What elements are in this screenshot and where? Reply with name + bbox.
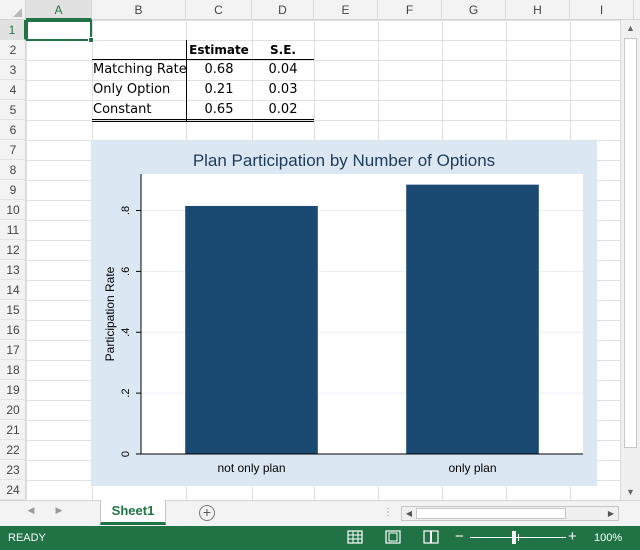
- status-text: READY: [8, 532, 46, 544]
- bar: [406, 184, 539, 455]
- y-tick-label: .8: [120, 206, 132, 215]
- row-header-9[interactable]: 9: [0, 180, 26, 200]
- prev-sheet-icon[interactable]: ◀: [24, 505, 38, 516]
- table-cell-estimate[interactable]: 0.21: [186, 80, 252, 100]
- table-header-rule: [92, 59, 314, 60]
- row-header-15[interactable]: 15: [0, 300, 26, 320]
- chart-object[interactable]: 0 .2 .4 .6 .8 not only plan only plan Plan Part…: [91, 140, 597, 486]
- table-cell-se[interactable]: 0.03: [252, 80, 314, 100]
- horizontal-scrollbar[interactable]: ◀ ▶: [401, 506, 619, 521]
- column-header-a[interactable]: A: [26, 0, 92, 20]
- add-sheet-icon[interactable]: +: [199, 505, 215, 521]
- row-header-bar: 1 2 3 4 5 6 7 8 9 10 11 12 13 14 15 16 17 18 19 20 21 22 23 24: [0, 20, 26, 500]
- row-header-16[interactable]: 16: [0, 320, 26, 340]
- column-header-bar: A B C D E F G H I: [0, 0, 640, 20]
- row-header-2[interactable]: 2: [0, 40, 26, 60]
- x-tick-label: only plan: [448, 461, 496, 475]
- column-header-g[interactable]: G: [442, 0, 506, 20]
- row-header-14[interactable]: 14: [0, 280, 26, 300]
- row-header-5[interactable]: 5: [0, 100, 26, 120]
- row-header-3[interactable]: 3: [0, 60, 26, 80]
- table-row-label[interactable]: Constant: [93, 100, 186, 120]
- row-header-22[interactable]: 22: [0, 440, 26, 460]
- row-header-10[interactable]: 10: [0, 200, 26, 220]
- table-cell-se[interactable]: 0.04: [252, 60, 314, 80]
- page-break-view-icon[interactable]: [423, 530, 439, 544]
- table-cell-estimate[interactable]: 0.65: [186, 100, 252, 120]
- row-header-8[interactable]: 8: [0, 160, 26, 180]
- scroll-left-icon[interactable]: ◀: [402, 507, 416, 520]
- table-row-label[interactable]: Only Option: [93, 80, 186, 100]
- table-column-rule: [186, 40, 187, 121]
- y-tick-label: .6: [120, 267, 132, 276]
- page-layout-view-icon[interactable]: [385, 530, 401, 544]
- bar-chart: 0 .2 .4 .6 .8 not only plan only plan Plan Part…: [103, 151, 583, 475]
- row-header-11[interactable]: 11: [0, 220, 26, 240]
- horizontal-scroll-thumb[interactable]: [416, 508, 566, 519]
- column-header-e[interactable]: E: [314, 0, 378, 20]
- zoom-in-icon[interactable]: +: [568, 528, 577, 545]
- column-header-f[interactable]: F: [378, 0, 442, 20]
- row-header-12[interactable]: 12: [0, 240, 26, 260]
- select-all-button[interactable]: [0, 0, 26, 20]
- zoom-slider-thumb[interactable]: [512, 531, 516, 544]
- column-header-i[interactable]: I: [570, 0, 634, 20]
- row-header-21[interactable]: 21: [0, 420, 26, 440]
- row-header-18[interactable]: 18: [0, 360, 26, 380]
- zoom-slider-midpoint: [518, 534, 519, 541]
- row-header-7[interactable]: 7: [0, 140, 26, 160]
- table-bottom-rule: [92, 119, 314, 120]
- column-header-d[interactable]: D: [252, 0, 314, 20]
- y-tick-label: 0: [120, 451, 132, 457]
- table-bottom-rule-double: [92, 121, 314, 122]
- x-tick-label: not only plan: [217, 461, 285, 475]
- row-header-17[interactable]: 17: [0, 340, 26, 360]
- y-tick-label: .2: [120, 389, 132, 398]
- worksheet-grid[interactable]: Estimate S.E. Matching Rate 0.68 0.04 On…: [26, 20, 620, 500]
- zoom-level[interactable]: 100%: [594, 532, 622, 544]
- table-cell-se[interactable]: 0.02: [252, 100, 314, 120]
- column-header-h[interactable]: H: [506, 0, 570, 20]
- column-header-c[interactable]: C: [186, 0, 252, 20]
- vertical-scrollbar[interactable]: ▲ ▼: [620, 20, 640, 500]
- row-header-20[interactable]: 20: [0, 400, 26, 420]
- chart-title: Plan Participation by Number of Options: [193, 151, 495, 170]
- split-handle-icon[interactable]: ⋮: [383, 507, 393, 518]
- y-axis-label: Participation Rate: [103, 266, 117, 361]
- row-header-13[interactable]: 13: [0, 260, 26, 280]
- status-bar: READY − + 100%: [0, 526, 640, 550]
- selected-cell-a1[interactable]: [26, 20, 94, 43]
- row-header-19[interactable]: 19: [0, 380, 26, 400]
- fill-handle[interactable]: [88, 37, 94, 43]
- row-header-23[interactable]: 23: [0, 460, 26, 480]
- column-header-b[interactable]: B: [92, 0, 186, 20]
- table-header-estimate[interactable]: Estimate: [186, 40, 252, 60]
- table-row-label[interactable]: Matching Rate: [93, 60, 187, 80]
- bar: [185, 205, 318, 454]
- tab-sheet1[interactable]: Sheet1: [100, 500, 166, 525]
- table-cell-estimate[interactable]: 0.68: [186, 60, 252, 80]
- vertical-scroll-thumb[interactable]: [624, 38, 637, 448]
- scroll-down-icon[interactable]: ▼: [621, 484, 640, 500]
- table-header-se[interactable]: S.E.: [252, 40, 314, 60]
- row-header-24[interactable]: 24: [0, 480, 26, 500]
- next-sheet-icon[interactable]: ▶: [52, 505, 66, 516]
- sheet-tabs-bar: ◀ ▶ Sheet1 + ⋮ ◀ ▶: [0, 500, 640, 526]
- row-header-1[interactable]: 1: [0, 20, 26, 40]
- zoom-out-icon[interactable]: −: [455, 528, 464, 545]
- y-tick-label: .4: [120, 328, 132, 337]
- scroll-up-icon[interactable]: ▲: [621, 20, 640, 36]
- row-header-4[interactable]: 4: [0, 80, 26, 100]
- excel-window: A B C D E F G H I 1 2 3 4 5 6 7 8 9 10 11 12 13 14 15 1…: [0, 0, 640, 550]
- row-header-6[interactable]: 6: [0, 120, 26, 140]
- scroll-right-icon[interactable]: ▶: [604, 507, 618, 520]
- normal-view-icon[interactable]: [347, 530, 363, 544]
